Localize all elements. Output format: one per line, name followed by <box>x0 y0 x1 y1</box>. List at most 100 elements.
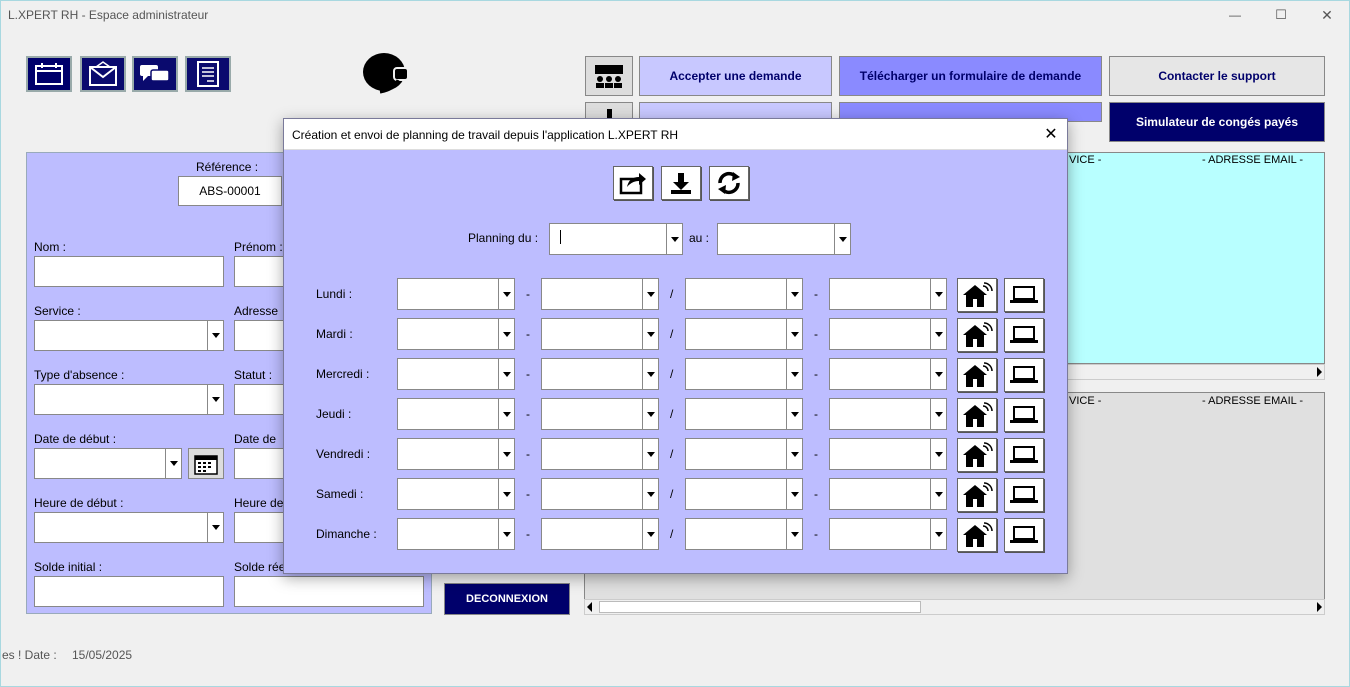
time-select[interactable] <box>541 318 659 350</box>
time-select[interactable] <box>397 478 515 510</box>
nom-label: Nom : <box>34 240 67 254</box>
date-debut-select[interactable] <box>34 448 182 479</box>
time-select[interactable] <box>397 358 515 390</box>
chevron-down-icon <box>786 519 802 549</box>
chevron-down-icon <box>642 319 658 349</box>
chevron-down-icon <box>498 439 514 469</box>
time-select[interactable] <box>541 518 659 550</box>
grid-email-header: - ADRESSE EMAIL - <box>1202 154 1304 166</box>
chevron-down-icon <box>930 359 946 389</box>
remote-work-button[interactable] <box>957 438 997 472</box>
laptop-icon <box>1010 486 1038 503</box>
day-label: Jeudi : <box>316 407 352 421</box>
time-select[interactable] <box>541 398 659 430</box>
history-grid-scrollbar[interactable] <box>584 599 1325 615</box>
chevron-down-icon <box>165 449 181 478</box>
time-select[interactable] <box>541 358 659 390</box>
onsite-work-button[interactable] <box>1004 478 1044 512</box>
share-button[interactable] <box>613 166 653 200</box>
onsite-work-button[interactable] <box>1004 518 1044 552</box>
remote-work-button[interactable] <box>957 518 997 552</box>
time-select[interactable] <box>829 358 947 390</box>
date-picker-button[interactable] <box>188 448 224 479</box>
time-select[interactable] <box>685 518 803 550</box>
time-select[interactable] <box>829 278 947 310</box>
document-tab-button[interactable] <box>185 56 231 92</box>
time-select[interactable] <box>541 478 659 510</box>
home-wifi-icon <box>963 402 993 427</box>
onsite-work-button[interactable] <box>1004 438 1044 472</box>
leave-simulator-button[interactable]: Simulateur de congés payés <box>1109 102 1325 142</box>
time-select[interactable] <box>397 438 515 470</box>
scroll-right-icon[interactable] <box>1317 602 1322 612</box>
minimize-button[interactable]: — <box>1212 0 1258 30</box>
remote-work-button[interactable] <box>957 398 997 432</box>
dialog-close-button[interactable]: ✕ <box>1041 124 1061 144</box>
day-label: Dimanche : <box>316 527 377 541</box>
time-select[interactable] <box>829 398 947 430</box>
grid-service-header: VICE - <box>1069 154 1102 166</box>
time-separator: - <box>526 407 530 421</box>
remote-work-button[interactable] <box>957 278 997 312</box>
deconnexion-button[interactable]: DECONNEXION <box>444 583 570 615</box>
scroll-left-icon[interactable] <box>587 602 592 612</box>
time-separator: - <box>526 527 530 541</box>
time-select[interactable] <box>829 438 947 470</box>
planning-end-select[interactable] <box>717 223 851 255</box>
time-select[interactable] <box>397 518 515 550</box>
download-button[interactable] <box>661 166 701 200</box>
close-button[interactable]: ✕ <box>1304 0 1350 30</box>
onsite-work-button[interactable] <box>1004 278 1044 312</box>
time-select[interactable] <box>685 398 803 430</box>
time-select[interactable] <box>397 278 515 310</box>
time-select[interactable] <box>829 518 947 550</box>
time-select[interactable] <box>685 438 803 470</box>
service-select[interactable] <box>34 320 224 351</box>
day-label: Lundi : <box>316 287 353 301</box>
chevron-down-icon <box>930 479 946 509</box>
calendar-tab-button[interactable] <box>26 56 72 92</box>
headset-icon <box>358 50 414 96</box>
onsite-work-button[interactable] <box>1004 358 1044 392</box>
scroll-right-icon[interactable] <box>1317 367 1322 377</box>
mail-tab-button[interactable] <box>80 56 126 92</box>
dialog-title: Création et envoi de planning de travail… <box>292 128 679 142</box>
prenom-label: Prénom : <box>234 240 283 254</box>
scroll-thumb[interactable] <box>599 601 921 613</box>
time-select[interactable] <box>685 478 803 510</box>
remote-work-button[interactable] <box>957 358 997 392</box>
solde-reel-input[interactable] <box>234 576 424 607</box>
team-button[interactable] <box>585 56 633 96</box>
time-select[interactable] <box>829 318 947 350</box>
planning-start-select[interactable] <box>549 223 683 255</box>
team-icon <box>595 65 623 88</box>
type-absence-select[interactable] <box>34 384 224 415</box>
onsite-work-button[interactable] <box>1004 318 1044 352</box>
time-select[interactable] <box>829 478 947 510</box>
refresh-button[interactable] <box>709 166 749 200</box>
time-select[interactable] <box>541 438 659 470</box>
contact-support-button[interactable]: Contacter le support <box>1109 56 1325 96</box>
nom-input[interactable] <box>34 256 224 287</box>
text-cursor <box>560 230 561 244</box>
onsite-work-button[interactable] <box>1004 398 1044 432</box>
heure-debut-label: Heure de début : <box>34 496 124 510</box>
remote-work-button[interactable] <box>957 318 997 352</box>
chat-tab-button[interactable] <box>132 56 178 92</box>
heure-fin-label: Heure de <box>234 496 284 510</box>
heure-debut-select[interactable] <box>34 512 224 543</box>
time-select[interactable] <box>685 358 803 390</box>
time-select[interactable] <box>685 318 803 350</box>
chevron-down-icon <box>498 519 514 549</box>
laptop-icon <box>1010 406 1038 423</box>
remote-work-button[interactable] <box>957 478 997 512</box>
accept-request-button[interactable]: Accepter une demande <box>639 56 832 96</box>
time-select[interactable] <box>397 398 515 430</box>
maximize-button[interactable]: ☐ <box>1258 0 1304 30</box>
solde-initial-input[interactable] <box>34 576 224 607</box>
time-select[interactable] <box>685 278 803 310</box>
time-select[interactable] <box>541 278 659 310</box>
chevron-down-icon <box>498 359 514 389</box>
download-form-button[interactable]: Télécharger un formulaire de demande <box>839 56 1102 96</box>
time-select[interactable] <box>397 318 515 350</box>
